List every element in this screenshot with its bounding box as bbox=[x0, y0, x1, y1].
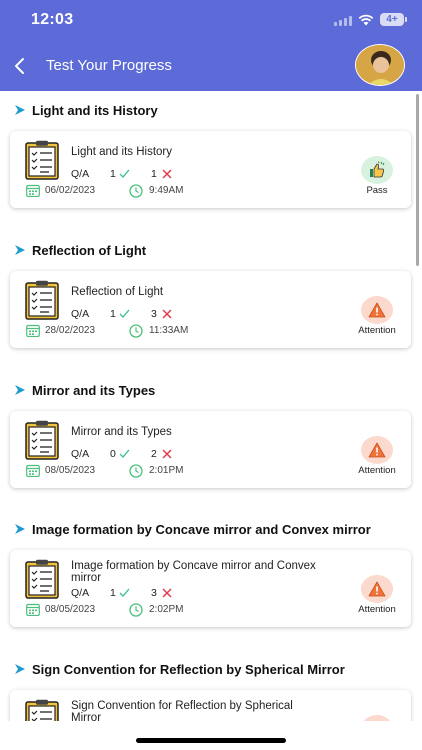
clipboard-checklist-icon bbox=[25, 420, 59, 460]
qa-label: Q/A bbox=[71, 448, 90, 460]
clipboard-checklist-icon bbox=[25, 280, 59, 320]
test-time: 9:49AM bbox=[149, 185, 184, 196]
cross-icon bbox=[162, 588, 172, 598]
section-header: Mirror and its Types bbox=[14, 381, 155, 399]
cross-icon bbox=[162, 449, 172, 459]
section-header: Reflection of Light bbox=[14, 241, 146, 259]
status-label: Attention bbox=[358, 465, 396, 476]
test-card[interactable]: Light and its History Q/A 1 1 06/02/2023… bbox=[10, 131, 411, 208]
wrong-count: 3 bbox=[151, 587, 157, 599]
warning-icon bbox=[361, 715, 393, 721]
wrong-count: 1 bbox=[151, 168, 157, 180]
app-header: 12:03 4+ Test Your Progress bbox=[0, 0, 422, 91]
clock-icon bbox=[129, 464, 143, 478]
clipboard-checklist-icon bbox=[25, 699, 59, 721]
status-label: Pass bbox=[366, 185, 388, 196]
test-date: 08/05/2023 bbox=[45, 604, 96, 615]
scrollbar[interactable] bbox=[416, 94, 419, 266]
clipboard-checklist-icon bbox=[25, 559, 59, 599]
status-icons: 4+ bbox=[334, 13, 407, 26]
test-card[interactable]: Mirror and its Types Q/A 0 2 08/05/2023 … bbox=[10, 411, 411, 488]
card-title: Light and its History bbox=[71, 146, 172, 158]
check-icon bbox=[119, 309, 130, 318]
calendar-icon bbox=[26, 184, 40, 197]
cross-icon bbox=[162, 309, 172, 319]
test-time: 2:01PM bbox=[149, 465, 184, 476]
test-card[interactable]: Image formation by Concave mirror and Co… bbox=[10, 550, 411, 627]
test-time: 11:33AM bbox=[149, 325, 189, 336]
home-indicator[interactable] bbox=[136, 738, 286, 743]
test-time: 2:02PM bbox=[149, 604, 184, 615]
avatar-image bbox=[356, 45, 404, 85]
chevron-right-icon bbox=[15, 245, 25, 255]
qa-label: Q/A bbox=[71, 168, 90, 180]
qa-label: Q/A bbox=[71, 308, 90, 320]
section-title: Reflection of Light bbox=[32, 242, 147, 258]
correct-count: 1 bbox=[110, 587, 116, 599]
card-title: Mirror and its Types bbox=[71, 426, 172, 438]
clock-icon bbox=[129, 324, 143, 338]
section-title: Image formation by Concave mirror and Co… bbox=[32, 521, 371, 537]
clock-icon bbox=[129, 184, 143, 198]
section-title: Light and its History bbox=[32, 102, 158, 118]
correct-count: 1 bbox=[110, 168, 116, 180]
thumbs-up-icon bbox=[361, 156, 393, 184]
clipboard-checklist-icon bbox=[25, 140, 59, 180]
check-icon bbox=[119, 449, 130, 458]
cellular-signal-icon bbox=[334, 14, 352, 26]
warning-icon bbox=[361, 296, 393, 324]
calendar-icon bbox=[26, 464, 40, 477]
correct-count: 0 bbox=[110, 448, 116, 460]
battery-icon: 4+ bbox=[380, 13, 407, 26]
test-card[interactable]: Reflection of Light Q/A 1 3 28/02/2023 1… bbox=[10, 271, 411, 348]
page-title: Test Your Progress bbox=[46, 57, 172, 74]
section-header: Sign Convention for Reflection by Spheri… bbox=[14, 660, 345, 678]
calendar-icon bbox=[26, 603, 40, 616]
clock-icon bbox=[129, 603, 143, 617]
section-header: Image formation by Concave mirror and Co… bbox=[14, 520, 371, 538]
chevron-right-icon bbox=[15, 664, 25, 674]
wrong-count: 3 bbox=[151, 308, 157, 320]
wifi-icon bbox=[358, 14, 374, 25]
battery-level: 4+ bbox=[386, 14, 398, 25]
test-date: 06/02/2023 bbox=[45, 185, 96, 196]
warning-icon bbox=[361, 575, 393, 603]
progress-list[interactable]: Light and its History Light and its Hist… bbox=[0, 91, 422, 721]
warning-icon bbox=[361, 436, 393, 464]
qa-label: Q/A bbox=[71, 587, 90, 599]
cross-icon bbox=[162, 169, 172, 179]
test-date: 28/02/2023 bbox=[45, 325, 96, 336]
test-card[interactable]: Sign Convention for Reflection by Spheri… bbox=[10, 690, 411, 721]
wrong-count: 2 bbox=[151, 448, 157, 460]
back-arrow-icon[interactable] bbox=[12, 56, 28, 76]
chevron-right-icon bbox=[15, 385, 25, 395]
status-label: Attention bbox=[358, 325, 396, 336]
card-title: Image formation by Concave mirror and Co… bbox=[71, 560, 316, 584]
card-title: Reflection of Light bbox=[71, 286, 164, 298]
status-time: 12:03 bbox=[31, 11, 74, 28]
status-bar: 12:03 4+ bbox=[0, 0, 422, 40]
section-title: Sign Convention for Reflection by Spheri… bbox=[32, 661, 345, 677]
chevron-right-icon bbox=[15, 105, 25, 115]
section-header: Light and its History bbox=[14, 101, 158, 119]
test-date: 08/05/2023 bbox=[45, 465, 96, 476]
check-icon bbox=[119, 169, 130, 178]
section-title: Mirror and its Types bbox=[32, 382, 156, 398]
chevron-right-icon bbox=[15, 524, 25, 534]
status-label: Attention bbox=[358, 604, 396, 615]
calendar-icon bbox=[26, 324, 40, 337]
correct-count: 1 bbox=[110, 308, 116, 320]
avatar[interactable] bbox=[355, 44, 405, 86]
check-icon bbox=[119, 588, 130, 597]
card-title: Sign Convention for Reflection by Spheri… bbox=[71, 700, 293, 721]
